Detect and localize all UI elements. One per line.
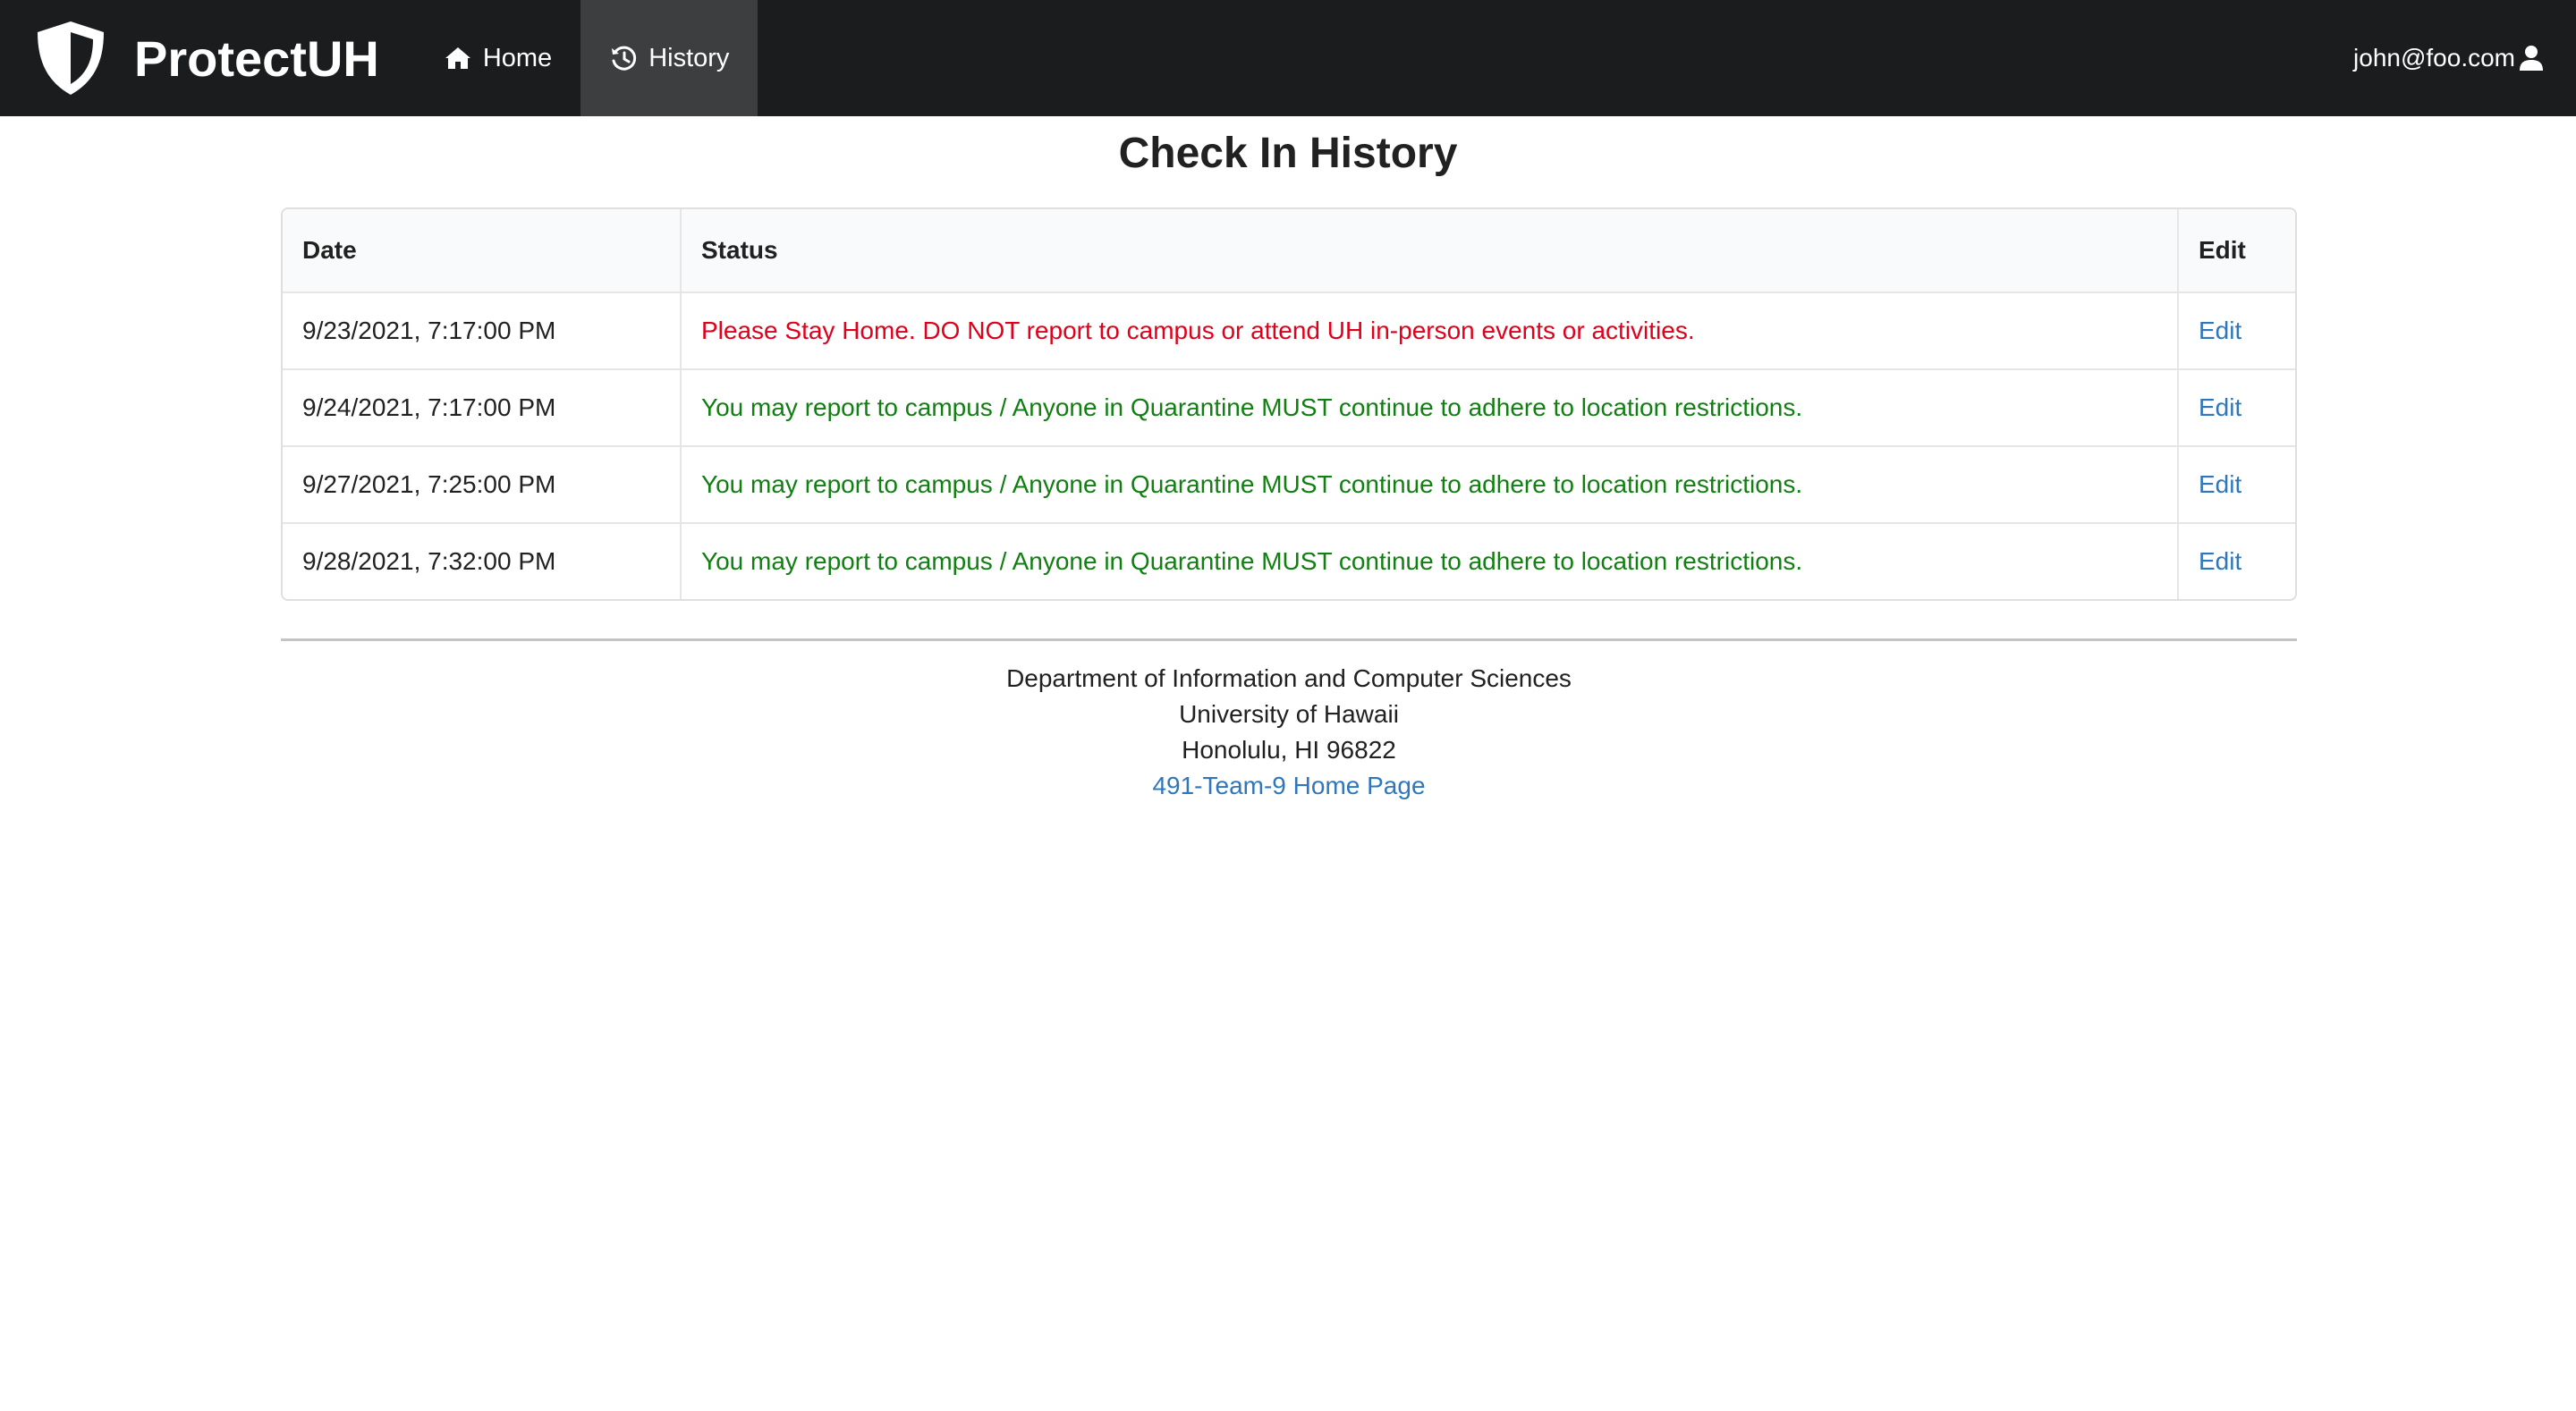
edit-link[interactable]: Edit (2178, 523, 2295, 599)
table-row: 9/23/2021, 7:17:00 PM Please Stay Home. … (283, 292, 2295, 370)
row-status: You may report to campus / Anyone in Qua… (681, 369, 2179, 447)
brand-name: ProtectUH (134, 30, 379, 87)
edit-link[interactable]: Edit (2178, 446, 2295, 524)
nav-item-home[interactable]: Home (415, 0, 580, 116)
footer: Department of Information and Computer S… (281, 638, 2297, 804)
user-email: john@foo.com (2353, 44, 2515, 72)
column-header-date: Date (283, 209, 682, 293)
column-header-status: Status (681, 209, 2179, 293)
edit-link[interactable]: Edit (2178, 369, 2295, 447)
nav-item-history[interactable]: History (580, 0, 758, 116)
footer-home-page-link[interactable]: 491-Team-9 Home Page (281, 768, 2297, 804)
brand-home-link[interactable]: ProtectUH (0, 0, 415, 116)
row-date: 9/24/2021, 7:17:00 PM (283, 369, 682, 447)
row-status: You may report to campus / Anyone in Qua… (681, 446, 2179, 524)
table-header-row: Date Status Edit (283, 209, 2295, 293)
edit-link[interactable]: Edit (2178, 292, 2295, 370)
user-icon (2520, 46, 2543, 71)
shield-logo-icon (38, 21, 104, 95)
row-status: You may report to campus / Anyone in Qua… (681, 523, 2179, 599)
table-row: 9/27/2021, 7:25:00 PM You may report to … (283, 446, 2295, 524)
nav-item-home-label: Home (482, 43, 553, 72)
row-date: 9/28/2021, 7:32:00 PM (283, 523, 682, 599)
table-row: 9/28/2021, 7:32:00 PM You may report to … (283, 523, 2295, 599)
row-date: 9/27/2021, 7:25:00 PM (283, 446, 682, 524)
history-icon (612, 46, 637, 71)
history-table: Date Status Edit 9/23/2021, 7:17:00 PM P… (281, 207, 2297, 601)
footer-address: Honolulu, HI 96822 (1182, 736, 1396, 764)
row-status: Please Stay Home. DO NOT report to campu… (681, 292, 2179, 370)
footer-university: University of Hawaii (1179, 700, 1399, 728)
user-menu[interactable]: john@foo.com (2353, 0, 2544, 116)
table-row: 9/24/2021, 7:17:00 PM You may report to … (283, 369, 2295, 447)
page-title: Check In History (1118, 130, 1458, 177)
row-date: 9/23/2021, 7:17:00 PM (283, 292, 682, 370)
column-header-edit: Edit (2178, 209, 2295, 293)
top-navbar: ProtectUH Home History john@foo.com (0, 0, 2576, 116)
footer-department: Department of Information and Computer S… (1006, 664, 1572, 692)
home-icon (445, 47, 470, 69)
nav-item-history-label: History (648, 43, 730, 72)
